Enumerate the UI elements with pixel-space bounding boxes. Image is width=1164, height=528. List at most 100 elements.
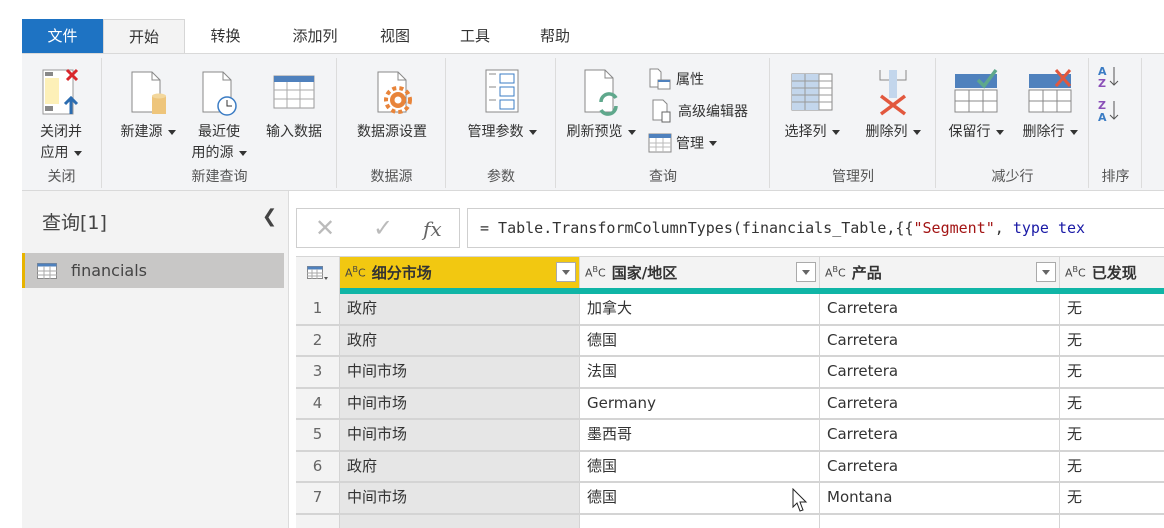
column-header-discount[interactable]: ABC 已发现 [1060, 256, 1164, 288]
query-item-financials[interactable]: financials [22, 253, 284, 288]
formula-buttons: ✕ ✓ fx [296, 208, 460, 248]
table-cell[interactable]: 法国 [580, 357, 820, 389]
table-cell[interactable]: Carretera [820, 420, 1060, 452]
row-number[interactable]: 6 [296, 451, 340, 483]
table-menu-button[interactable] [296, 256, 340, 288]
remove-columns-button[interactable]: 删除列 [857, 60, 929, 143]
close-apply-label: 关闭并 [40, 124, 82, 140]
enter-data-button[interactable]: 输入数据 [257, 60, 331, 143]
column-name: 产品 [851, 264, 882, 282]
table-cell[interactable]: 中间市场 [340, 388, 580, 420]
text-type-icon[interactable]: ABC [585, 265, 606, 280]
advanced-editor-button[interactable]: 高级编辑器 [650, 98, 748, 124]
cancel-formula-icon[interactable]: ✕ [315, 214, 335, 242]
table-cell[interactable]: Carretera [820, 294, 1060, 326]
tab-view[interactable]: 视图 [364, 19, 426, 53]
tab-tools[interactable]: 工具 [426, 19, 524, 53]
tab-help[interactable]: 帮助 [524, 19, 586, 53]
table-cell[interactable]: 中间市场 [340, 357, 580, 389]
column-filter-dropdown[interactable] [1036, 262, 1056, 282]
table-cell[interactable]: 墨西哥 [580, 420, 820, 452]
manage-parameters-label: 管理参数 [467, 124, 524, 140]
column-header-product[interactable]: ABC 产品 [820, 256, 1060, 288]
row-number[interactable]: 7 [296, 483, 340, 515]
recent-sources-label-2: 用的源 [191, 145, 234, 161]
table-cell[interactable]: Carretera [820, 325, 1060, 357]
column-filter-dropdown[interactable] [796, 262, 816, 282]
data-source-settings-button[interactable]: 数据源设置 [346, 60, 438, 143]
row-number[interactable]: 2 [296, 325, 340, 357]
collapse-pane-icon[interactable]: ❮ [262, 206, 277, 227]
ribbon-tabs: 文件 开始 转换 添加列 视图 工具 帮助 [22, 19, 1164, 54]
row-number[interactable]: 5 [296, 420, 340, 452]
table-cell[interactable]: 无 [1060, 483, 1164, 515]
properties-button[interactable]: 属性 [648, 66, 704, 92]
remove-rows-button[interactable]: 删除行 [1015, 60, 1085, 143]
table-cell[interactable]: 无 [1060, 326, 1164, 357]
remove-columns-label: 删除列 [865, 124, 908, 140]
formula-string: "Segment" [913, 219, 995, 237]
table-cell[interactable]: 加拿大 [580, 294, 820, 326]
table-cell-partial [580, 514, 820, 528]
svg-text:Z: Z [1098, 77, 1106, 90]
column-name: 细分市场 [371, 264, 432, 282]
refresh-preview-button[interactable]: 刷新预览 [559, 60, 643, 143]
text-type-icon[interactable]: ABC [345, 265, 366, 280]
table-cell[interactable]: 中间市场 [340, 483, 580, 515]
choose-columns-button[interactable]: 选择列 [777, 60, 847, 143]
row-number[interactable]: 1 [296, 294, 340, 326]
sort-descending-icon: Z A [1098, 99, 1119, 124]
row-number[interactable]: 3 [296, 357, 340, 389]
recent-sources-label: 最近使 [198, 124, 240, 140]
table-cell[interactable]: 无 [1060, 420, 1164, 452]
text-type-icon[interactable]: ABC [825, 265, 846, 280]
table-cell[interactable]: Carretera [820, 388, 1060, 420]
table-cell[interactable]: Carretera [820, 451, 1060, 483]
table-cell[interactable]: 德国 [580, 483, 820, 515]
column-filter-dropdown[interactable] [556, 262, 576, 282]
query-name: financials [71, 261, 147, 280]
column-header-country[interactable]: ABC 国家/地区 [580, 256, 820, 288]
group-label: 新建查询 [191, 169, 248, 185]
advanced-editor-icon [652, 99, 671, 123]
table-cell[interactable]: 中间市场 [340, 420, 580, 452]
sort-ascending-button[interactable]: A Z [1096, 64, 1126, 90]
tab-file[interactable]: 文件 [22, 19, 103, 53]
group-manage-columns: 选择列 删除列 管理列 [771, 58, 936, 188]
table-cell[interactable]: 德国 [580, 451, 820, 483]
fx-icon[interactable]: fx [423, 217, 442, 241]
table-cell-partial [820, 514, 1060, 528]
formula-input[interactable]: = Table.TransformColumnTypes(financials_… [467, 208, 1164, 248]
table-cell[interactable]: 无 [1060, 389, 1164, 420]
table-cell[interactable]: 政府 [340, 325, 580, 357]
tab-add-column[interactable]: 添加列 [266, 19, 364, 53]
table-cell[interactable]: Montana [820, 483, 1060, 515]
row-number[interactable]: 4 [296, 388, 340, 420]
table-cell[interactable]: 无 [1060, 294, 1164, 326]
manage-button[interactable]: 管理 [648, 130, 717, 156]
close-apply-button[interactable]: 关闭并 应用 [28, 60, 94, 164]
table-cell[interactable]: Germany [580, 388, 820, 420]
table-cell[interactable]: 无 [1060, 452, 1164, 483]
new-source-button[interactable]: 新建源 [117, 60, 179, 143]
table-cell[interactable]: 政府 [340, 294, 580, 326]
table-cell[interactable]: Carretera [820, 357, 1060, 389]
group-close: 关闭并 应用 关闭 [22, 58, 102, 188]
group-label: 管理列 [832, 169, 874, 185]
ribbon: 关闭并 应用 关闭 新建源 最近使 用的源 输入数据 新建查询 数据源设置 数据… [22, 53, 1164, 191]
table-cell[interactable]: 无 [1060, 357, 1164, 389]
formula-keyword: type [1012, 219, 1049, 237]
tab-home[interactable]: 开始 [103, 19, 185, 54]
column-header-segment[interactable]: ABC 细分市场 [340, 256, 580, 288]
table-cell[interactable]: 政府 [340, 451, 580, 483]
recent-sources-button[interactable]: 最近使 用的源 [187, 60, 251, 164]
group-sort: A Z Z A 排序 [1090, 58, 1142, 188]
text-type-icon[interactable]: ABC [1065, 265, 1086, 280]
table-cell[interactable]: 德国 [580, 325, 820, 357]
commit-formula-icon[interactable]: ✓ [373, 214, 393, 242]
keep-rows-button[interactable]: 保留行 [941, 60, 1011, 143]
sort-descending-button[interactable]: Z A [1096, 98, 1126, 124]
table-menu-icon [306, 265, 328, 280]
manage-parameters-button[interactable]: 管理参数 [455, 60, 549, 143]
tab-transform[interactable]: 转换 [185, 19, 266, 53]
